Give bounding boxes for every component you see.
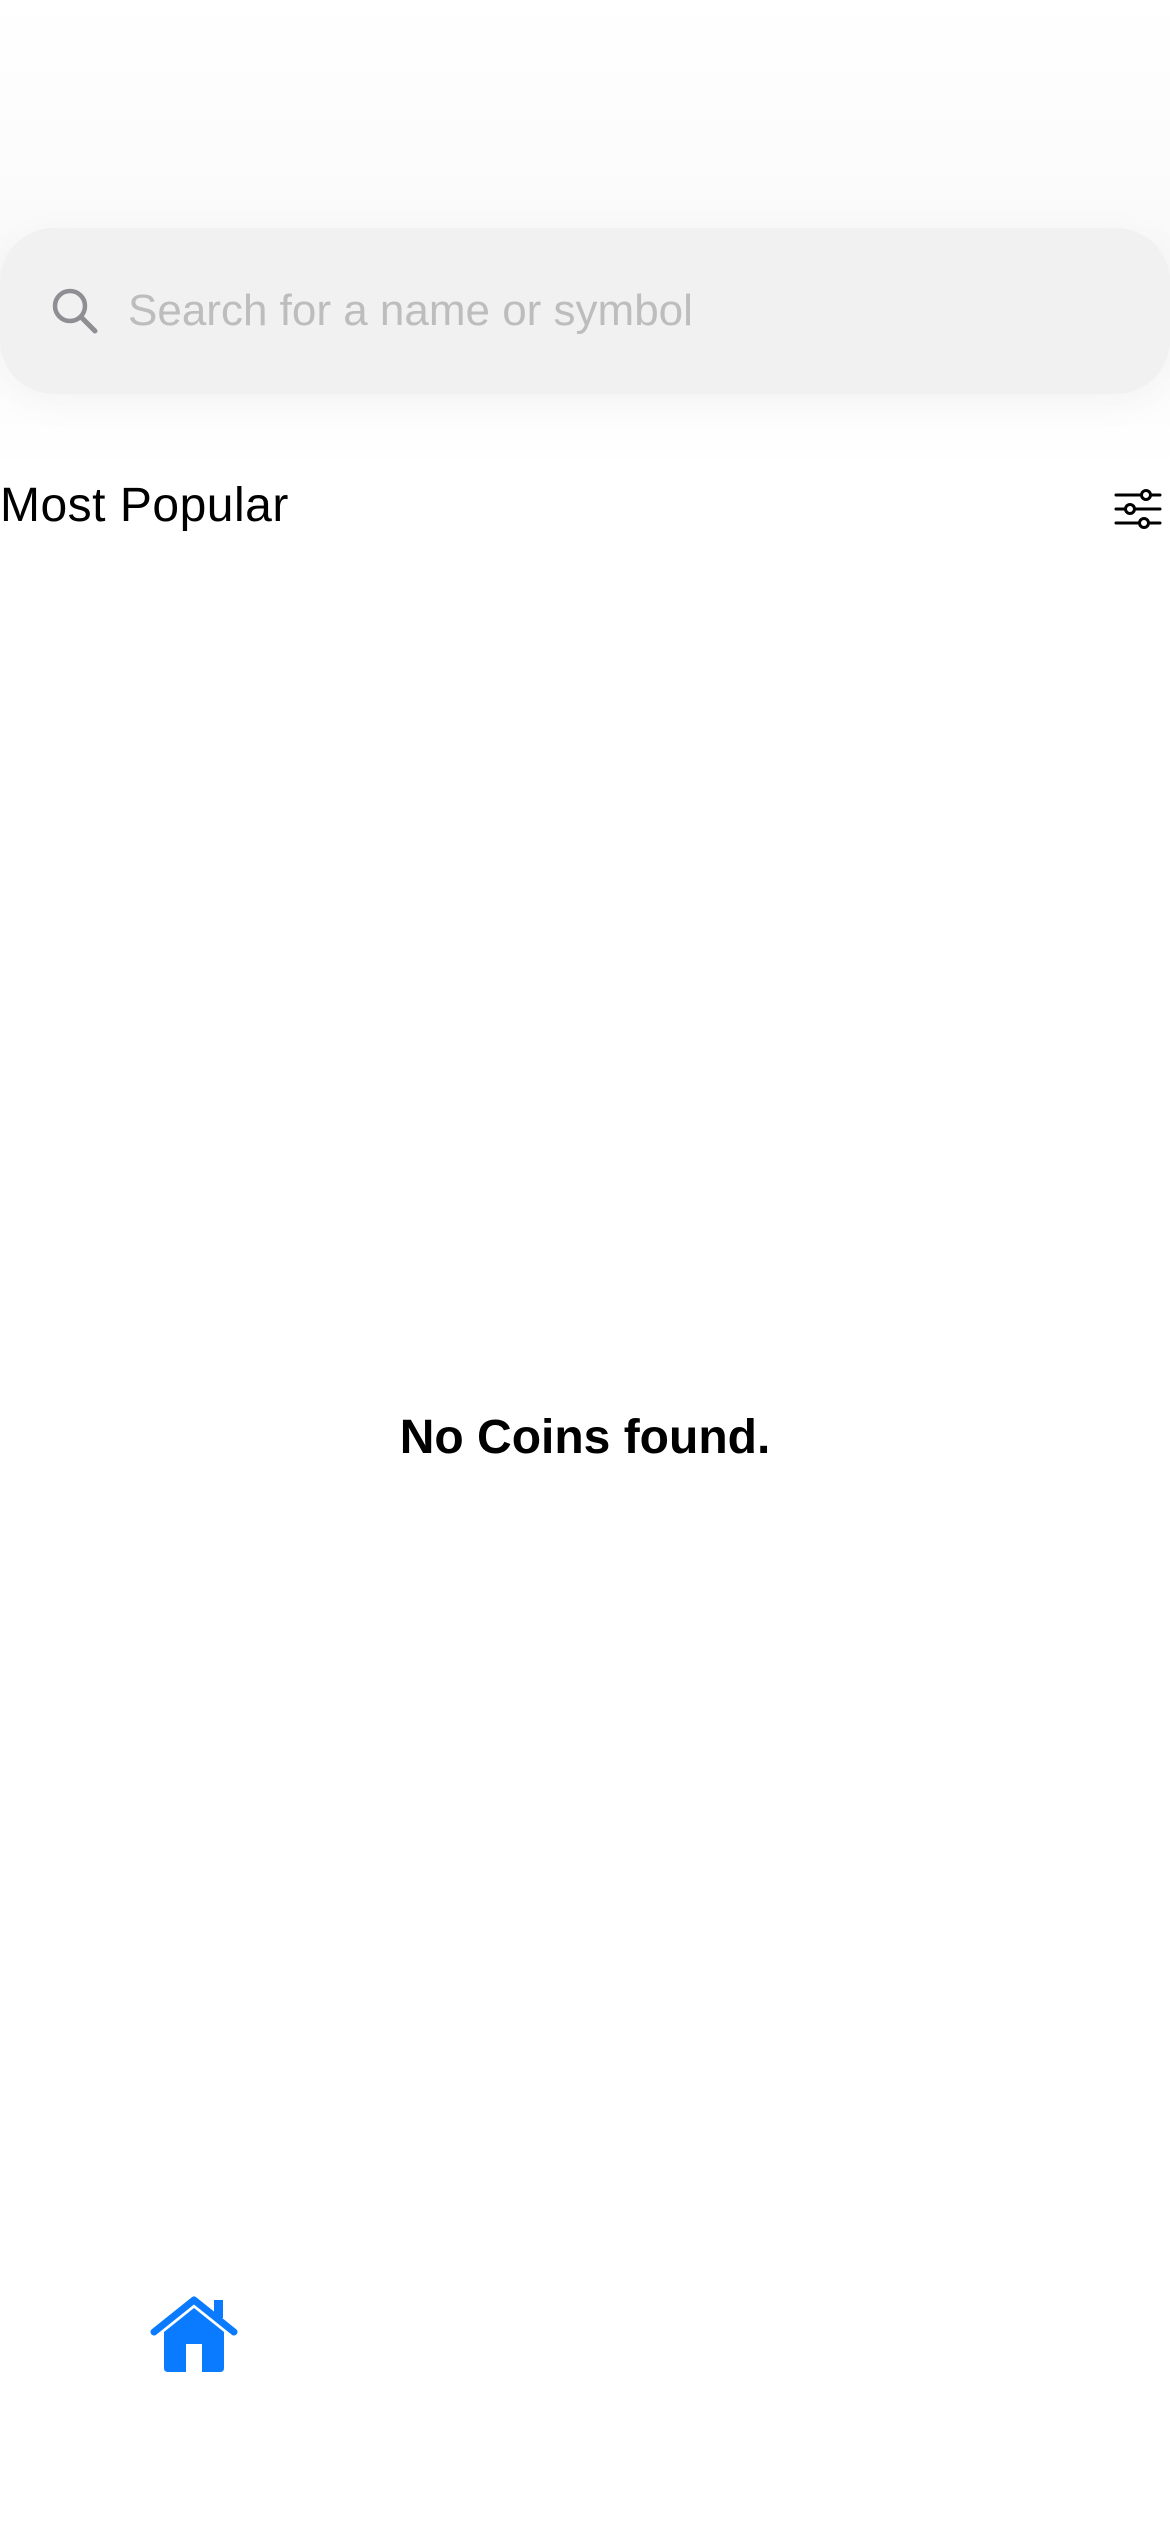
section-title: Most Popular (0, 479, 289, 532)
filter-button[interactable] (1114, 488, 1162, 530)
home-icon (150, 2296, 238, 2378)
search-icon (50, 286, 100, 336)
sliders-icon (1114, 489, 1162, 534)
tab-bar (0, 2270, 1170, 2532)
tab-home[interactable] (150, 2294, 238, 2374)
search-bar[interactable] (0, 228, 1170, 394)
empty-state-message: No Coins found. (399, 1411, 771, 1464)
search-input[interactable] (128, 276, 1128, 346)
